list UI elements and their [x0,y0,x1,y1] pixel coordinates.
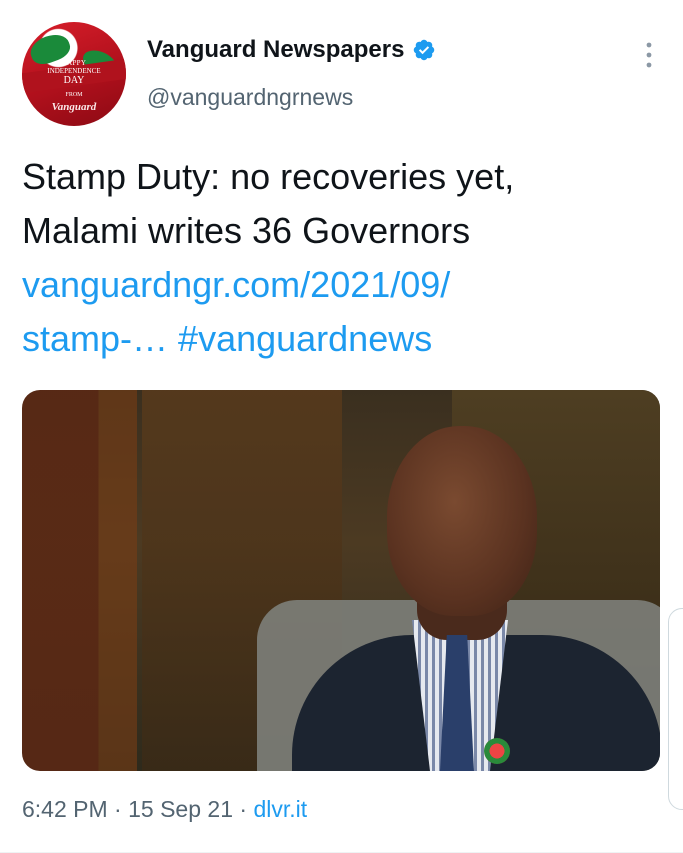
tweet-source-link[interactable]: dlvr.it [253,796,307,822]
tweet-text-line: Malami writes 36 Governors [22,210,471,251]
author-handle[interactable]: @vanguardngrnews [147,84,353,111]
author-name-row: Vanguard Newspapers [147,36,436,64]
tweet-text-line: Stamp Duty: no recoveries yet, [22,156,515,197]
hashtag-link[interactable]: #vanguardnews [178,318,432,359]
tweet-header: HAPPY INDEPENDENCE DAY FROM Vanguard Van… [22,22,662,126]
tweet-link[interactable]: vanguardngr.com/2021/09/ [22,264,450,305]
tweet-photo[interactable] [22,390,660,771]
author-display-name[interactable]: Vanguard Newspapers [147,36,404,64]
more-options-icon[interactable] [642,40,656,70]
verified-badge-icon [414,39,435,61]
lapel-pin-icon [484,738,510,764]
profile-avatar[interactable]: HAPPY INDEPENDENCE DAY FROM Vanguard [22,22,126,126]
tweet-metadata: 6:42 PM · 15 Sep 21 · dlvr.it [22,796,307,823]
tweet-time[interactable]: 6:42 PM [22,796,108,822]
avatar-text: FROM [65,92,83,98]
separator: · [232,796,254,822]
separator: · [107,796,129,822]
side-panel-edge [668,608,683,810]
photo-face [387,426,537,616]
avatar-text: DAY [63,75,85,86]
tweet-body: Stamp Duty: no recoveries yet, Malami wr… [22,150,652,366]
tweet-date[interactable]: 15 Sep 21 [128,796,233,822]
tweet-link[interactable]: stamp-… [22,318,168,359]
avatar-text: Vanguard [51,101,97,113]
avatar-text: INDEPENDENCE [47,67,101,75]
avatar-text: HAPPY [61,59,87,67]
